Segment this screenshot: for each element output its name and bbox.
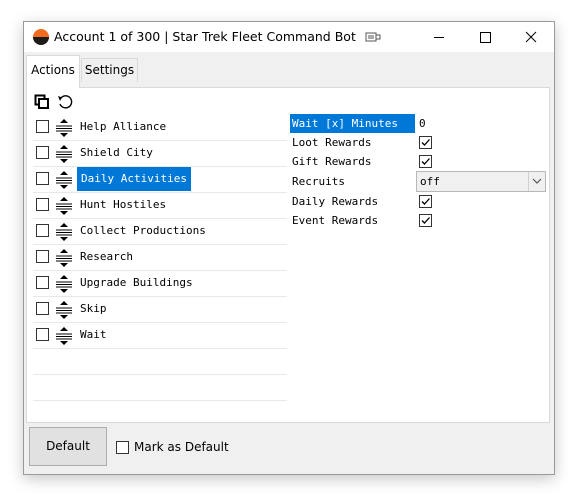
maximize-button[interactable]	[462, 22, 508, 52]
minimize-button[interactable]	[416, 22, 462, 52]
drag-handle-icon[interactable]	[55, 274, 73, 294]
action-checkbox[interactable]	[36, 250, 49, 263]
undo-icon[interactable]	[57, 94, 73, 110]
property-name: Recruits	[292, 175, 345, 188]
property-row[interactable]: Gift Rewards	[290, 152, 548, 171]
mark-as-default-label[interactable]: Mark as Default	[134, 440, 229, 454]
action-label: Daily Activities	[77, 167, 191, 191]
gift-rewards-checkbox[interactable]	[419, 155, 432, 168]
action-checkbox[interactable]	[36, 328, 49, 341]
action-row[interactable]: Skip	[33, 297, 287, 323]
drag-handle-icon[interactable]	[55, 144, 73, 164]
action-label: Help Alliance	[80, 120, 167, 133]
drag-handle-icon[interactable]	[55, 326, 73, 346]
empty-row	[33, 375, 287, 401]
property-name: Daily Rewards	[292, 195, 379, 208]
action-label: Shield City	[80, 146, 153, 159]
property-name: Gift Rewards	[292, 155, 372, 168]
property-name: Wait [x] Minutes	[290, 114, 415, 133]
drag-handle-icon[interactable]	[55, 196, 73, 216]
close-icon	[525, 31, 537, 43]
keyboard-icon[interactable]	[365, 30, 381, 44]
action-checkbox[interactable]	[36, 276, 49, 289]
daily-rewards-checkbox[interactable]	[419, 195, 432, 208]
title-bar[interactable]: Account 1 of 300 | Star Trek Fleet Comma…	[24, 22, 554, 52]
window-title: Account 1 of 300 | Star Trek Fleet Comma…	[54, 29, 356, 44]
drag-handle-icon[interactable]	[55, 118, 73, 138]
close-button[interactable]	[508, 22, 554, 52]
tab-actions[interactable]: Actions	[26, 55, 80, 88]
maximize-icon	[480, 32, 491, 43]
chevron-down-icon	[532, 178, 542, 184]
minimize-icon	[434, 37, 444, 38]
event-rewards-checkbox[interactable]	[419, 214, 432, 227]
property-row[interactable]: Recruits off	[290, 171, 548, 192]
app-window: Account 1 of 300 | Star Trek Fleet Comma…	[23, 21, 555, 475]
action-label: Upgrade Buildings	[80, 276, 193, 289]
copy-icon[interactable]	[34, 94, 50, 110]
drag-handle-icon[interactable]	[55, 170, 73, 190]
actions-panel: Help Alliance Shield City Daily Activities…	[26, 87, 550, 423]
recruits-select-value: off	[420, 175, 440, 188]
property-name: Event Rewards	[292, 214, 379, 227]
property-name: Loot Rewards	[292, 136, 372, 149]
action-row[interactable]: Wait	[33, 323, 287, 349]
action-checkbox[interactable]	[36, 302, 49, 315]
action-checkbox[interactable]	[36, 146, 49, 159]
property-row[interactable]: Wait [x] Minutes 0	[290, 114, 548, 133]
mark-as-default-checkbox[interactable]	[116, 441, 129, 454]
action-row[interactable]: Help Alliance	[33, 115, 287, 141]
action-row[interactable]: Research	[33, 245, 287, 271]
action-row[interactable]: Daily Activities	[33, 167, 287, 193]
property-row[interactable]: Daily Rewards	[290, 192, 548, 211]
property-row[interactable]: Event Rewards	[290, 211, 548, 230]
empty-row	[33, 349, 287, 375]
action-label: Research	[80, 250, 133, 263]
check-icon	[421, 158, 430, 165]
action-label: Collect Productions	[80, 224, 206, 237]
action-label: Skip	[80, 302, 107, 315]
action-row[interactable]: Shield City	[33, 141, 287, 167]
action-label: Wait	[80, 328, 107, 341]
property-row[interactable]: Loot Rewards	[290, 133, 548, 152]
drag-handle-icon[interactable]	[55, 222, 73, 242]
check-icon	[421, 139, 430, 146]
check-icon	[421, 217, 430, 224]
default-button[interactable]: Default	[29, 427, 107, 466]
recruits-select[interactable]: off	[416, 171, 546, 192]
wait-minutes-value[interactable]: 0	[419, 114, 426, 133]
action-row[interactable]: Collect Productions	[33, 219, 287, 245]
action-checkbox[interactable]	[36, 198, 49, 211]
star-trek-badge-icon	[33, 29, 49, 45]
tab-settings[interactable]: Settings	[81, 58, 138, 82]
loot-rewards-checkbox[interactable]	[419, 136, 432, 149]
tab-strip: Actions Settings	[24, 52, 554, 88]
select-divider	[528, 172, 529, 191]
check-icon	[421, 198, 430, 205]
action-checkbox[interactable]	[36, 120, 49, 133]
drag-handle-icon[interactable]	[55, 300, 73, 320]
action-row[interactable]: Hunt Hostiles	[33, 193, 287, 219]
action-row[interactable]: Upgrade Buildings	[33, 271, 287, 297]
action-checkbox[interactable]	[36, 172, 49, 185]
drag-handle-icon[interactable]	[55, 248, 73, 268]
action-label: Hunt Hostiles	[80, 198, 167, 211]
action-checkbox[interactable]	[36, 224, 49, 237]
